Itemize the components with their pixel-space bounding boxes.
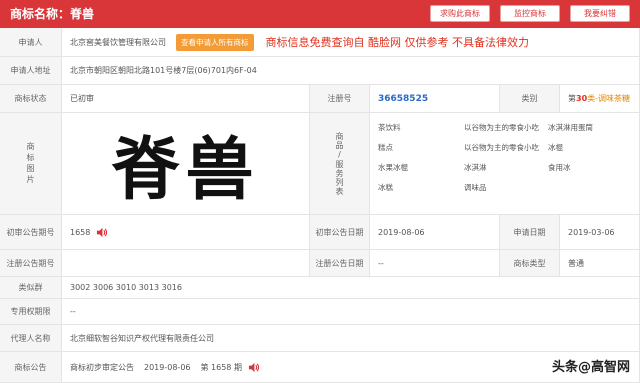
reg-number-value: 36658525	[378, 93, 429, 104]
view-applicant-trademarks-button[interactable]: 查看申请人所有商标	[176, 33, 254, 51]
speaker-icon[interactable]	[96, 227, 108, 238]
agent-label: 代理人名称	[0, 325, 62, 352]
goods-item: 冰糕	[378, 183, 393, 192]
exclusive-term-label: 专用权期限	[0, 299, 62, 325]
prelim-date-label: 初审公告日期	[310, 215, 370, 250]
trademark-type-label: 商标类型	[500, 250, 560, 277]
applicant-label: 申请人	[0, 28, 62, 57]
goods-item: 以谷物为主的零食小吃	[464, 123, 539, 132]
reg-number-label: 注册号	[310, 85, 370, 113]
prelim-date-value: 2019-08-06	[370, 215, 500, 250]
reg-date-label: 注册公告日期	[310, 250, 370, 277]
goods-item: 冰棍	[548, 143, 563, 152]
trademark-logo: 脊兽	[111, 130, 260, 210]
monitor-trademark-button[interactable]: 监控商标	[500, 5, 560, 22]
goods-item: 水果冰棍	[378, 163, 408, 172]
disclaimer-text: 商标信息免费查询自 酷脸网 仅供参考 不具备法律效力	[265, 36, 530, 49]
trademark-type-value: 普通	[560, 250, 640, 277]
goods-item: 茶饮料	[378, 123, 401, 132]
address-value: 北京市朝阳区朝阳北路101号楼7层(06)701内6F-04	[62, 57, 640, 85]
goods-item: 冰淇淋用蛋筒	[548, 123, 593, 132]
applicant-value: 北京窖美餐饮管理有限公司	[70, 37, 166, 47]
goods-item: 食用冰	[548, 163, 571, 172]
goods-item: 冰淇淋	[464, 163, 487, 172]
status-label: 商标状态	[0, 85, 62, 113]
announce-date: 2019-08-06	[144, 362, 191, 372]
applicant-row: 北京窖美餐饮管理有限公司 查看申请人所有商标 商标信息免费查询自 酷脸网 仅供参…	[62, 28, 640, 57]
class-number: 30	[576, 94, 588, 103]
buy-trademark-button[interactable]: 求购此商标	[430, 5, 490, 22]
similar-group-value: 3002 3006 3010 3013 3016	[62, 277, 640, 299]
announce-issue: 第 1658 期	[200, 362, 242, 372]
goods-label: 商品/服务列表	[335, 131, 344, 196]
goods-item: 以谷物为主的零食小吃	[464, 143, 539, 152]
goods-item: 调味品	[464, 183, 487, 192]
image-label-cell: 商标图片	[0, 113, 62, 215]
speaker-icon[interactable]	[248, 362, 259, 373]
goods-item: 糕点	[378, 143, 393, 152]
report-error-button[interactable]: 我要纠错	[570, 5, 630, 22]
reg-issue-label: 注册公告期号	[0, 250, 62, 277]
page-header: 商标名称：脊兽 求购此商标 监控商标 我要纠错	[0, 0, 640, 28]
prelim-issue-label: 初审公告期号	[0, 215, 62, 250]
class-name: 调味茶糖	[598, 94, 631, 103]
agent-value: 北京细软智谷知识产权代理有限责任公司	[62, 325, 640, 352]
image-label: 商标图片	[26, 141, 35, 186]
announce-label: 商标公告	[0, 352, 62, 383]
goods-list: 茶饮料 以谷物为主的零食小吃 冰淇淋用蛋筒 糕点 以谷物为主的零食小吃 冰棍 水…	[370, 113, 640, 215]
class-label: 类别	[500, 85, 560, 113]
similar-group-label: 类似群	[0, 277, 62, 299]
class-cell: 第 30 类- 调味茶糖	[560, 85, 640, 113]
class-suffix: 类-	[587, 94, 599, 103]
watermark: 头条@高智网	[551, 360, 630, 375]
reg-number-cell: 36658525	[370, 85, 500, 113]
exclusive-term-value: --	[62, 299, 640, 325]
prelim-issue-value: 1658	[70, 227, 91, 237]
status-value: 已初审	[62, 85, 310, 113]
reg-issue-value	[62, 250, 310, 277]
trademark-title: 商标名称：脊兽	[10, 7, 95, 21]
trademark-image-cell: 脊兽	[62, 113, 310, 215]
prelim-issue-cell: 1658	[62, 215, 310, 250]
reg-date-value: --	[370, 250, 500, 277]
apply-date-value: 2019-03-06	[560, 215, 640, 250]
class-prefix: 第	[568, 94, 576, 103]
announce-type: 商标初步审定公告	[70, 362, 134, 372]
apply-date-label: 申请日期	[500, 215, 560, 250]
goods-label-cell: 商品/服务列表	[310, 113, 370, 215]
address-label: 申请人地址	[0, 57, 62, 85]
